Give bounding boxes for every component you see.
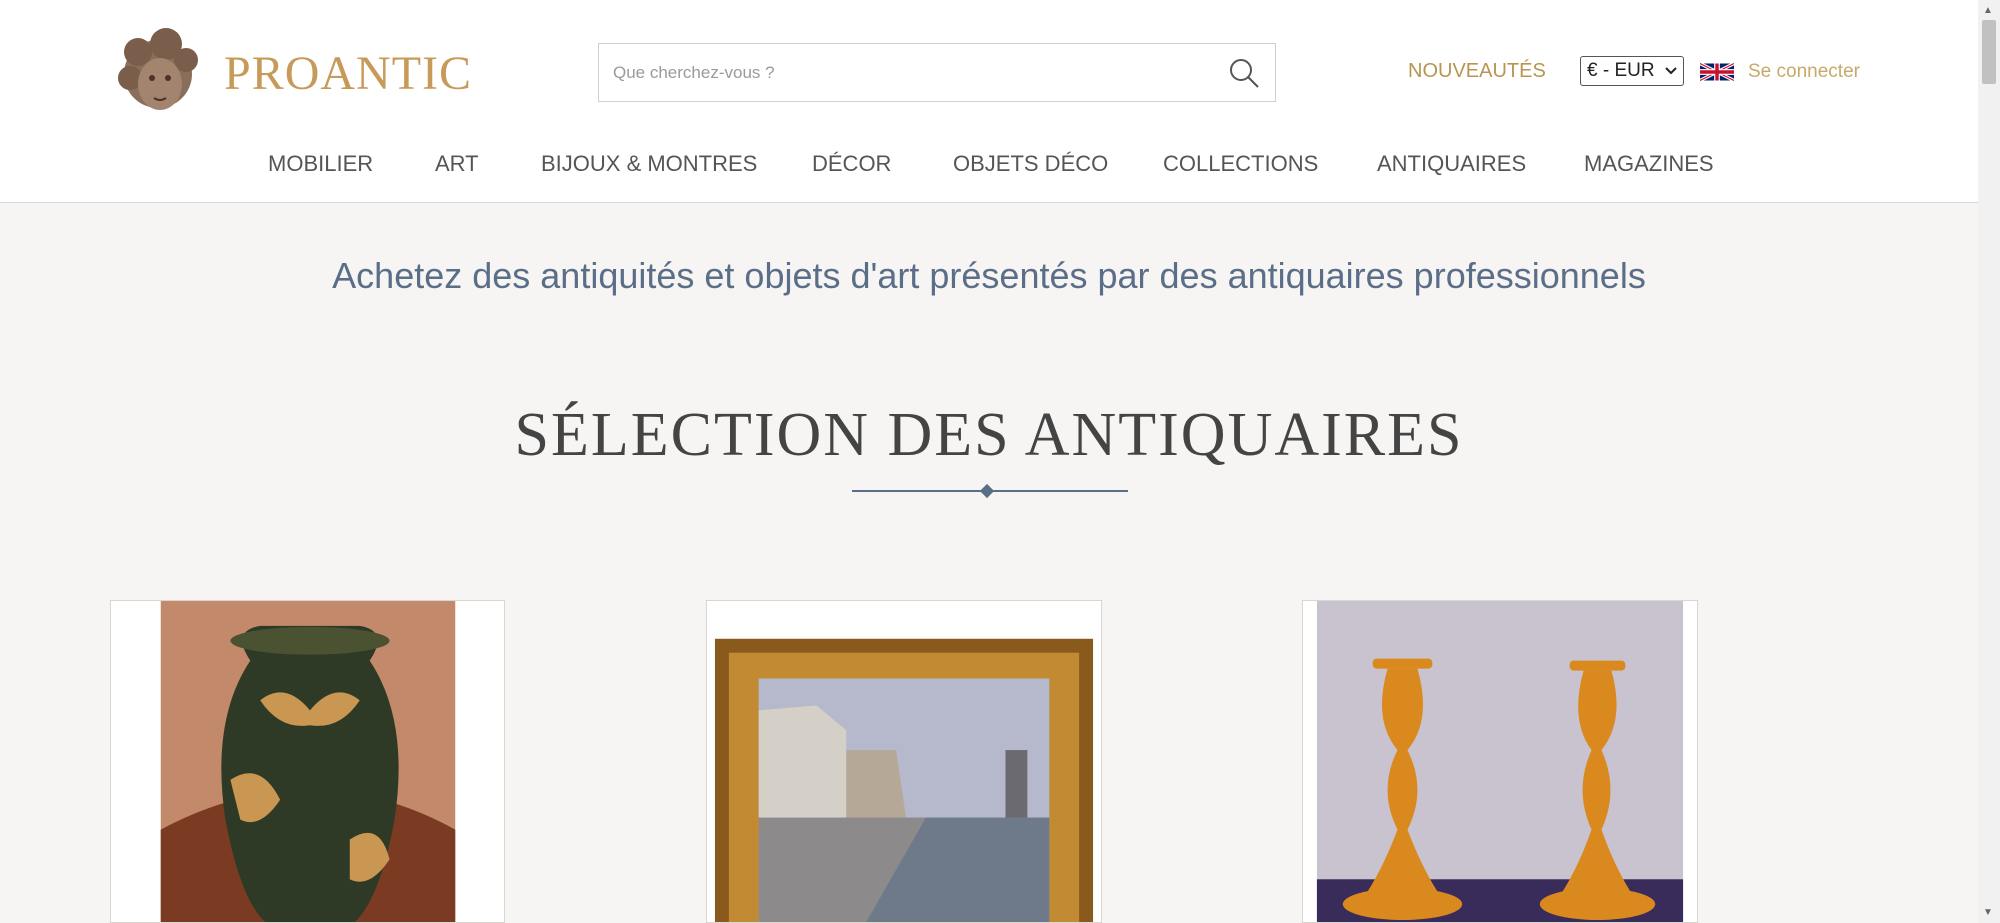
nav-item-decor[interactable]: DÉCOR xyxy=(812,151,891,177)
product-card-painting[interactable] xyxy=(706,600,1102,923)
framed-painting-image xyxy=(707,601,1101,922)
main-nav: MOBILIER ART BIJOUX & MONTRES DÉCOR OBJE… xyxy=(110,125,1846,201)
nav-item-collections[interactable]: COLLECTIONS xyxy=(1163,151,1318,177)
search-icon[interactable] xyxy=(1227,56,1261,90)
scroll-down-icon[interactable]: ▼ xyxy=(1983,907,1993,918)
header-utilities: NOUVEAUTÉS € - EUR Se connecter xyxy=(1278,56,1978,90)
search-box xyxy=(598,43,1276,102)
site-header: PROANTIC NOUVEAUTÉS € - EUR Se connecter… xyxy=(0,0,1978,203)
cherub-head-icon xyxy=(118,28,198,110)
nav-item-objets-deco[interactable]: OBJETS DÉCO xyxy=(953,151,1108,177)
page-tagline: Achetez des antiquités et objets d'art p… xyxy=(332,255,1646,296)
nav-item-magazines[interactable]: MAGAZINES xyxy=(1584,151,1714,177)
logo-wordmark: PROANTIC xyxy=(224,47,473,100)
divider-diamond-icon xyxy=(979,483,995,499)
uk-flag-icon[interactable] xyxy=(1700,60,1734,84)
vase-image xyxy=(111,601,504,922)
section-title: SÉLECTION DES ANTIQUAIRES xyxy=(514,401,1464,469)
nav-item-bijoux-montres[interactable]: BIJOUX & MONTRES xyxy=(541,151,757,177)
product-card-candlesticks[interactable] xyxy=(1302,600,1698,923)
currency-value: € - EUR xyxy=(1587,60,1655,81)
site-logo[interactable]: PROANTIC xyxy=(108,20,471,122)
nav-item-mobilier[interactable]: MOBILIER xyxy=(268,151,373,177)
product-card-vase[interactable] xyxy=(110,600,505,923)
search-input[interactable] xyxy=(613,44,1193,101)
page-scrollbar[interactable]: ▲ ▼ xyxy=(1978,0,2000,923)
nav-item-antiquaires[interactable]: ANTIQUAIRES xyxy=(1377,151,1526,177)
candlesticks-image xyxy=(1303,601,1697,922)
currency-select[interactable]: € - EUR xyxy=(1580,56,1684,86)
nouveautes-link[interactable]: NOUVEAUTÉS xyxy=(1408,60,1546,83)
scroll-up-icon[interactable]: ▲ xyxy=(1983,5,1993,16)
nav-item-art[interactable]: ART xyxy=(435,151,479,177)
login-link[interactable]: Se connecter xyxy=(1748,61,1860,83)
chevron-down-icon xyxy=(1665,67,1677,75)
scrollbar-thumb[interactable] xyxy=(1982,20,1996,84)
